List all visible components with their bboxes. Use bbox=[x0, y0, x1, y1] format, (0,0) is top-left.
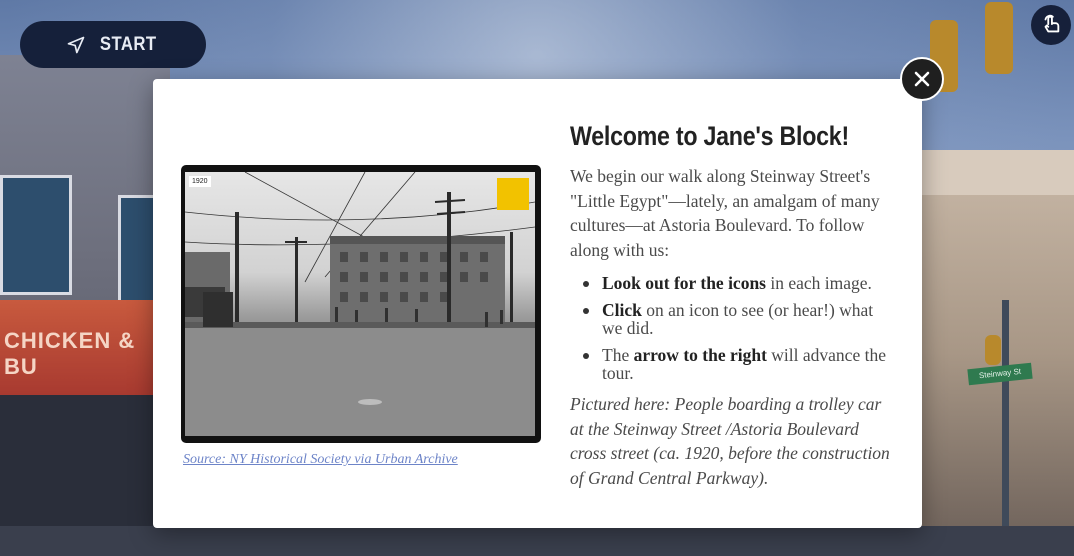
street-sign-text: Steinway St bbox=[978, 366, 1022, 381]
tip-bold: Look out for the icons bbox=[602, 273, 766, 293]
modal-title: Welcome to Jane's Block! bbox=[570, 121, 849, 151]
background-window bbox=[0, 175, 72, 295]
background-traffic-light bbox=[985, 2, 1013, 74]
shop-sign-text: CHICKEN & BU bbox=[4, 328, 136, 379]
tip-rest: in each image. bbox=[766, 273, 872, 293]
background-pole bbox=[1002, 300, 1009, 540]
start-label: START bbox=[99, 33, 157, 55]
list-item: Click on an icon to see (or hear!) what … bbox=[570, 301, 890, 337]
close-icon bbox=[914, 71, 930, 87]
touch-hand-icon bbox=[1040, 14, 1062, 36]
start-button[interactable]: START bbox=[20, 21, 206, 68]
welcome-text: Welcome to Jane's Block! We begin our wa… bbox=[570, 121, 890, 490]
photo-year-badge: 1920 bbox=[189, 176, 211, 187]
tip-bold: arrow to the right bbox=[633, 345, 767, 365]
background-window bbox=[118, 195, 158, 305]
tip-rest: on an icon to see (or hear!) what we did… bbox=[602, 300, 874, 338]
tip-bold: Click bbox=[602, 300, 642, 320]
photo-image: 1920 bbox=[185, 172, 535, 436]
photo-source-link[interactable]: Source: NY Historical Society via Urban … bbox=[183, 452, 458, 468]
photo-description: Pictured here: People boarding a trolley… bbox=[570, 394, 890, 488]
touch-toggle-button[interactable] bbox=[1031, 5, 1071, 45]
close-button[interactable] bbox=[900, 57, 944, 101]
list-item: The arrow to the right will advance the … bbox=[570, 346, 890, 382]
archive-logo bbox=[497, 178, 529, 210]
list-item: Look out for the icons in each image. bbox=[570, 274, 890, 292]
welcome-modal: 1920 Source: NY Historical Society via U… bbox=[153, 79, 922, 528]
intro-paragraph: We begin our walk along Steinway Street'… bbox=[570, 166, 880, 260]
background-shop-sign: CHICKEN & BU bbox=[0, 300, 160, 395]
navigation-arrow-icon bbox=[66, 35, 86, 55]
historical-photo: 1920 bbox=[181, 165, 541, 443]
background-cornice bbox=[919, 150, 1074, 195]
tips-list: Look out for the icons in each image. Cl… bbox=[570, 274, 890, 382]
background-street bbox=[0, 526, 1074, 556]
tip-lead: The bbox=[602, 345, 634, 365]
background-traffic-light bbox=[985, 335, 1001, 365]
